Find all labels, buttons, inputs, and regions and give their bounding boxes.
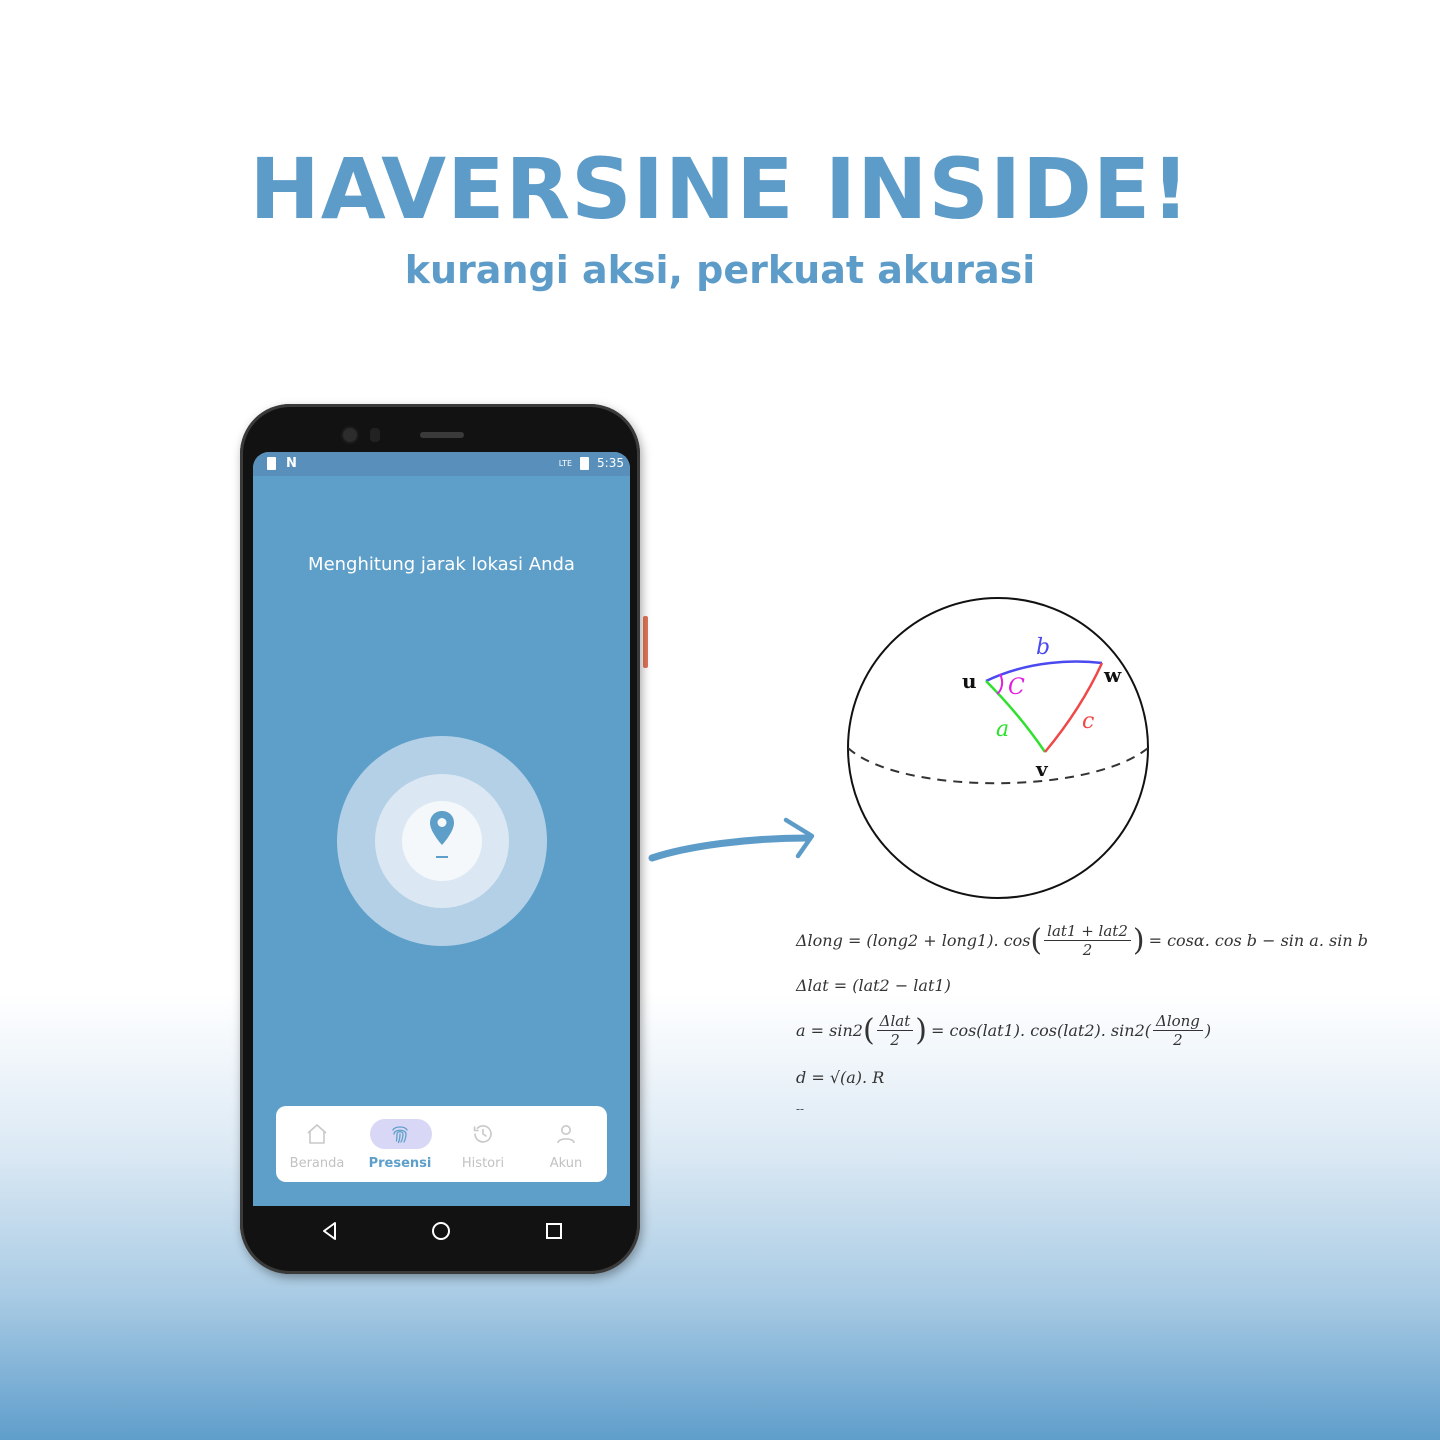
recent-apps-icon[interactable] xyxy=(543,1220,565,1242)
back-icon[interactable] xyxy=(319,1220,341,1242)
user-icon xyxy=(557,1125,575,1144)
lte-signal-icon: LTE xyxy=(558,458,573,468)
phone-screen: N LTE 5:35 Menghitung jarak lokasi Anda … xyxy=(253,452,630,1206)
nav-label: Histori xyxy=(461,1156,505,1171)
n-notification-icon: N xyxy=(286,456,297,471)
headline: HAVERSINE INSIDE! xyxy=(249,140,1191,238)
nav-item-beranda[interactable]: Beranda xyxy=(276,1106,358,1182)
label-u: u xyxy=(962,669,977,693)
history-icon xyxy=(473,1125,492,1143)
label-v: v xyxy=(1035,757,1049,781)
fraction: Δlong 2 xyxy=(1152,1012,1203,1049)
paren: ( xyxy=(1030,922,1043,958)
fraction: Δlat 2 xyxy=(876,1012,914,1049)
label-b: b xyxy=(1036,635,1050,660)
fraction-numerator: Δlat xyxy=(876,1012,914,1031)
formula-text: a = sin2 xyxy=(796,1021,863,1040)
formula-text: = cos(lat1). cos(lat2). sin2( xyxy=(930,1021,1151,1040)
formula-text: Δlong = (long2 + long1). cos xyxy=(796,931,1031,950)
formula-d: d = √(a). R xyxy=(796,1068,884,1087)
label-a: a xyxy=(996,717,1009,742)
nav-label: Presensi xyxy=(368,1156,432,1171)
nav-item-histori[interactable]: Histori xyxy=(442,1106,524,1182)
label-w: w xyxy=(1103,663,1122,687)
label-c: c xyxy=(1082,709,1094,734)
formula-a: a = sin2 ( Δlat 2 ) = cos(lat1). cos(lat… xyxy=(796,1012,1211,1049)
status-time: 5:35 xyxy=(597,456,624,470)
battery-icon xyxy=(580,456,590,470)
formula-text: d = √(a). R xyxy=(796,1068,885,1087)
formula-delta-lat: Δlat = (lat2 − lat1) xyxy=(796,976,951,995)
paren: ) xyxy=(915,1012,927,1048)
home-button-icon[interactable] xyxy=(430,1220,452,1242)
camera-icon xyxy=(343,428,357,442)
fraction-denominator: 2 xyxy=(1082,941,1093,959)
phone-side-button xyxy=(643,616,648,668)
fraction-denominator: 2 xyxy=(890,1031,900,1049)
bottom-navigation: Beranda Presensi Histori Akun xyxy=(276,1106,607,1182)
paren: ( xyxy=(862,1012,875,1048)
distance-readout xyxy=(436,856,448,858)
location-pin-icon xyxy=(430,811,454,845)
formula-continuation: -- xyxy=(796,1102,805,1116)
tagline: kurangi aksi, perkuat akurasi xyxy=(404,248,1036,292)
paren: ) xyxy=(1132,922,1145,958)
system-navigation-bar xyxy=(253,1206,630,1256)
nav-label: Beranda xyxy=(289,1156,345,1171)
phone-mockup: N LTE 5:35 Menghitung jarak lokasi Anda … xyxy=(240,404,640,1274)
speaker-grille xyxy=(420,432,464,438)
nav-label: Akun xyxy=(549,1156,583,1171)
label-angle-C: C xyxy=(1008,675,1025,700)
fraction-denominator: 2 xyxy=(1173,1031,1183,1049)
fingerprint-icon xyxy=(392,1126,408,1144)
fraction-numerator: Δlong xyxy=(1152,1012,1203,1031)
formula-delta-long: Δlong = (long2 + long1). cos ( lat1 + la… xyxy=(796,922,1368,959)
fraction-numerator: lat1 + lat2 xyxy=(1044,922,1131,941)
home-icon xyxy=(307,1124,327,1144)
formula-text: ) xyxy=(1204,1021,1212,1040)
nav-item-akun[interactable]: Akun xyxy=(525,1106,607,1182)
spherical-triangle-diagram: u w v b a c C xyxy=(847,597,1149,899)
formula-text: Δlat = (lat2 − lat1) xyxy=(796,976,951,995)
status-bar: N LTE 5:35 xyxy=(253,452,630,476)
formula-text: = cosα. cos b − sin a. sin b xyxy=(1148,931,1368,950)
fraction: lat1 + lat2 2 xyxy=(1044,922,1131,959)
sensor-icon xyxy=(370,428,380,442)
sphere-outline xyxy=(847,597,1149,899)
nav-item-presensi[interactable]: Presensi xyxy=(359,1106,441,1182)
screen-title: Menghitung jarak lokasi Anda xyxy=(308,554,575,575)
notification-icon xyxy=(267,457,276,470)
arrow-icon xyxy=(648,817,815,862)
